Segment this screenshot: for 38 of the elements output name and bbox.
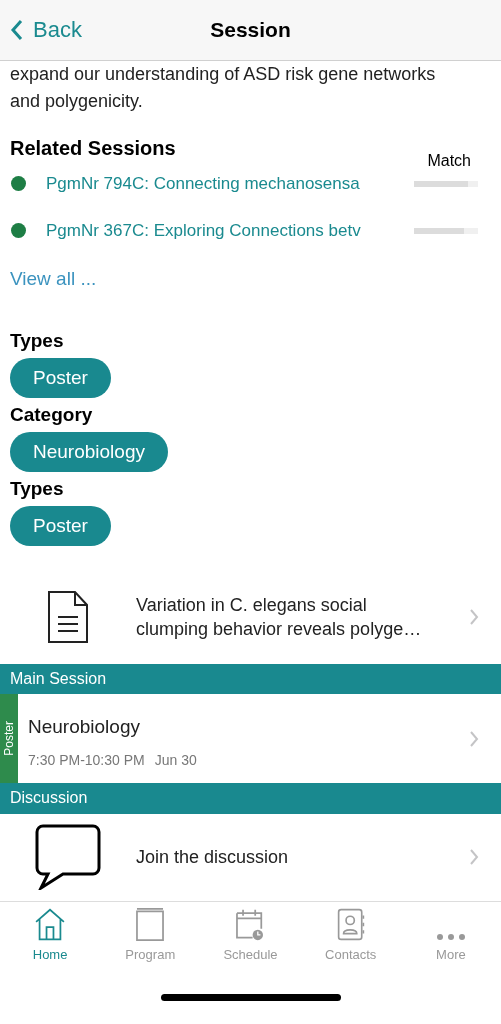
- section-header: Discussion: [0, 782, 501, 814]
- tag-chip[interactable]: Neurobiology: [10, 432, 168, 473]
- view-all-link[interactable]: View all ...: [0, 260, 107, 291]
- chevron-left-icon: [10, 19, 23, 41]
- tab[interactable]: Program: [100, 908, 201, 970]
- match-bar: [414, 180, 478, 187]
- chevron-right-icon: [469, 848, 479, 867]
- tab[interactable]: Schedule: [200, 908, 301, 970]
- match-bar: [414, 227, 478, 234]
- section-header: Main Session: [0, 663, 501, 695]
- type-badge: Poster: [0, 694, 18, 783]
- chevron-right-icon: [469, 729, 479, 748]
- session-title: Neurobiology: [28, 716, 141, 739]
- discussion-label: Join the discussion: [136, 846, 290, 870]
- tag-heading: Types: [10, 478, 64, 501]
- tag-heading: Category: [10, 404, 93, 427]
- tab[interactable]: More: [400, 908, 501, 970]
- document-title: Variation in C. elegans social clumping behavior reveals polyge…: [136, 594, 423, 642]
- tag-heading: Types: [10, 330, 64, 353]
- tag-chip[interactable]: Poster: [10, 506, 111, 547]
- abstract-text: and polygenicity.: [10, 90, 144, 113]
- speech-bubble-icon: [35, 824, 101, 891]
- tab[interactable]: Contacts: [300, 908, 401, 970]
- document-icon: [48, 591, 88, 644]
- chevron-right-icon: [469, 608, 479, 627]
- tab[interactable]: Home: [0, 908, 101, 970]
- section-heading: Related Sessions: [10, 137, 176, 160]
- tag-chip[interactable]: Poster: [10, 358, 111, 399]
- more-icon: [435, 933, 466, 941]
- back-button[interactable]: Back: [0, 16, 211, 44]
- session-date: Jun 30: [154, 752, 197, 769]
- session-row[interactable]: Poster Neurobiology 7:30 PM-10:30 PM Jun 30: [0, 694, 501, 783]
- session-link[interactable]: PgmNr 367C: Exploring Connections betv: [46, 220, 388, 241]
- session-time: 7:30 PM-10:30 PM: [28, 752, 145, 769]
- abstract-text: expand our understanding of ASD risk gene networks: [10, 63, 437, 86]
- session-link[interactable]: PgmNr 794C: Connecting mechanosensa: [46, 173, 388, 194]
- match-label: Match: [427, 152, 471, 170]
- screen-title: Session: [210, 18, 291, 42]
